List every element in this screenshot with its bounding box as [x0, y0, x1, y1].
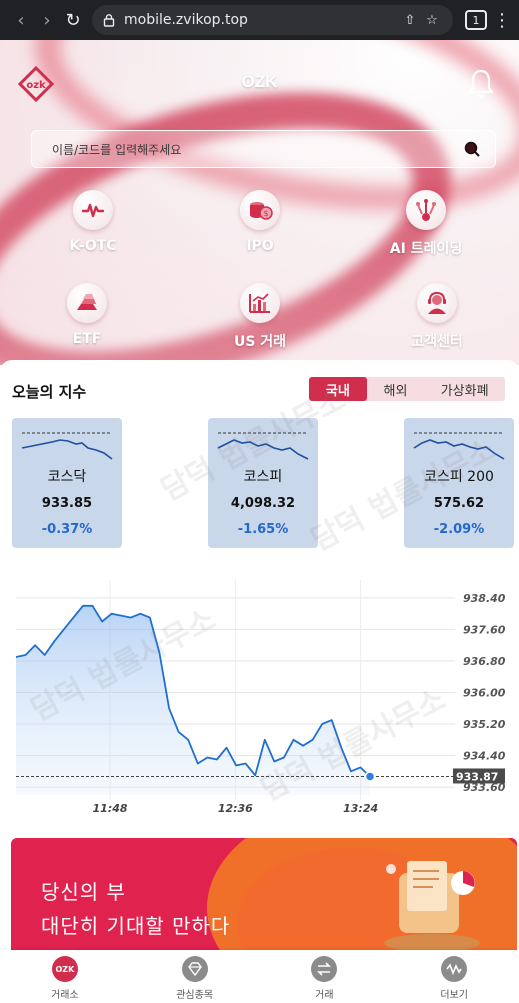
market-tabs: 국내 해외 가상화폐: [309, 377, 505, 401]
indices-title: 오늘의 지수: [12, 383, 87, 401]
tab-count-button[interactable]: 1: [465, 10, 487, 30]
tab-label: 거래: [315, 990, 334, 1001]
tab-label: 관심종목: [176, 990, 214, 1001]
x-tick-label: 13:24: [343, 802, 378, 815]
coins-icon: $: [240, 190, 280, 230]
ai-circuit-icon: [406, 190, 446, 230]
tab-more[interactable]: 더보기: [389, 950, 519, 1003]
menu-label: K-OTC: [69, 238, 117, 254]
menu-label: US 거래: [233, 334, 287, 350]
bottom-navigation: OZK 거래소 관심종목 거래 더보기: [0, 950, 519, 1003]
index-change: -0.37%: [41, 522, 93, 537]
bell-icon[interactable]: [467, 68, 495, 100]
menu-us-trading[interactable]: US 거래: [190, 283, 330, 351]
ozk-logo-icon: OZK: [51, 956, 78, 982]
back-icon[interactable]: ‹: [8, 7, 34, 33]
tab-label: 거래소: [51, 990, 79, 1001]
browser-toolbar: ‹ › ↻ mobile.zvikop.top ⇧ ☆ 1 ⋮: [0, 0, 519, 40]
tab-overseas[interactable]: 해외: [367, 377, 425, 401]
menu-label: ETF: [72, 331, 102, 347]
tab-crypto[interactable]: 가상화폐: [424, 377, 505, 401]
gold-bars-icon: [67, 283, 107, 323]
index-value: 933.85: [41, 496, 93, 511]
tab-logo-text: OZK: [55, 964, 75, 974]
forward-icon[interactable]: ›: [34, 7, 60, 33]
y-tick-label: 936.80: [463, 655, 506, 668]
index-value: 4,098.32: [230, 496, 296, 511]
app-header: ozk OZK: [0, 40, 519, 125]
promo-banner[interactable]: 당신의 부 대단히 기대할 만하다: [11, 838, 517, 956]
svg-text:$: $: [263, 209, 268, 218]
menu-k-otc[interactable]: K-OTC: [23, 190, 163, 254]
search-input[interactable]: 이름/코드를 입력해주세요: [31, 130, 496, 168]
lock-icon: [103, 14, 115, 27]
x-tick-label: 11:48: [93, 802, 128, 815]
y-tick-label: 935.20: [463, 718, 506, 731]
diamond-icon: [181, 956, 208, 982]
share-icon[interactable]: ⇧: [399, 13, 421, 28]
menu-label: IPO: [246, 238, 274, 254]
index-change: -1.65%: [237, 522, 289, 537]
y-tick-label: 937.60: [463, 623, 506, 636]
menu-etf[interactable]: ETF: [17, 283, 157, 347]
index-value: 575.62: [433, 496, 485, 511]
search-placeholder: 이름/코드를 입력해주세요: [52, 142, 182, 157]
y-tick-label: 934.40: [463, 750, 506, 763]
chart-area: [16, 605, 370, 795]
y-tick-label: 938.40: [463, 592, 506, 605]
menu-ipo[interactable]: $ IPO: [190, 190, 330, 254]
index-change: -2.09%: [433, 522, 485, 537]
menu-ai-trading[interactable]: AI 트레이딩: [356, 190, 496, 258]
search-icon[interactable]: [463, 140, 481, 158]
x-tick-label: 12:36: [218, 802, 253, 815]
chart-svg: 938.40 937.60 936.80 936.00 935.20 934.40 933.…: [15, 580, 506, 815]
app-title: OZK: [241, 72, 278, 91]
index-card-kospi200[interactable]: 코스피 200 575.62 -2.09%: [404, 418, 514, 548]
menu-customer-center[interactable]: 고객센터: [367, 283, 507, 351]
index-name: 코스닥: [47, 469, 87, 485]
wave-icon: [441, 956, 468, 982]
index-cards: 코스닥 933.85 -0.37% 코스피 4,098.32 -1.65% 코스…: [0, 418, 519, 548]
index-card-kospi[interactable]: 코스피 4,098.32 -1.65%: [208, 418, 318, 548]
receipt-illustration-icon: [384, 861, 480, 952]
current-price-dot: [364, 771, 376, 782]
us-chart-icon: [240, 283, 280, 323]
mini-chart: [21, 432, 113, 460]
tab-exchange[interactable]: OZK 거래소: [0, 950, 130, 1003]
url-text: mobile.zvikop.top: [124, 12, 248, 28]
pulse-icon: [73, 190, 113, 230]
index-name: 코스피: [243, 469, 283, 485]
tab-watchlist[interactable]: 관심종목: [130, 950, 260, 1003]
tab-domestic[interactable]: 국내: [309, 377, 367, 401]
reload-icon[interactable]: ↻: [60, 7, 86, 33]
index-card-kosdaq[interactable]: 코스닥 933.85 -0.37%: [12, 418, 122, 548]
bookmark-star-icon[interactable]: ☆: [421, 13, 443, 28]
mini-chart: [217, 432, 309, 460]
address-bar[interactable]: mobile.zvikop.top ⇧ ☆: [92, 5, 453, 35]
menu-label: 고객센터: [411, 334, 463, 350]
menu-label: AI 트레이딩: [389, 241, 463, 257]
mini-chart: [413, 432, 505, 460]
indices-panel: 오늘의 지수 국내 해외 가상화폐 코스닥 933.85 -0.37% 코스피 …: [0, 360, 519, 1003]
intraday-chart[interactable]: 938.40 937.60 936.80 936.00 935.20 934.40 933.…: [0, 560, 519, 830]
exchange-arrows-icon: [311, 956, 338, 982]
banner-line-2: 대단히 기대할 만하다: [41, 914, 231, 938]
index-name: 코스피 200: [424, 469, 494, 485]
support-agent-icon: [417, 283, 457, 323]
tab-label: 더보기: [440, 990, 468, 1001]
y-tick-label: 936.00: [463, 687, 506, 700]
browser-menu-icon[interactable]: ⋮: [493, 10, 511, 31]
tab-trade[interactable]: 거래: [260, 950, 390, 1003]
current-price-label: 933.87: [456, 770, 498, 783]
banner-line-1: 당신의 부: [41, 880, 126, 904]
